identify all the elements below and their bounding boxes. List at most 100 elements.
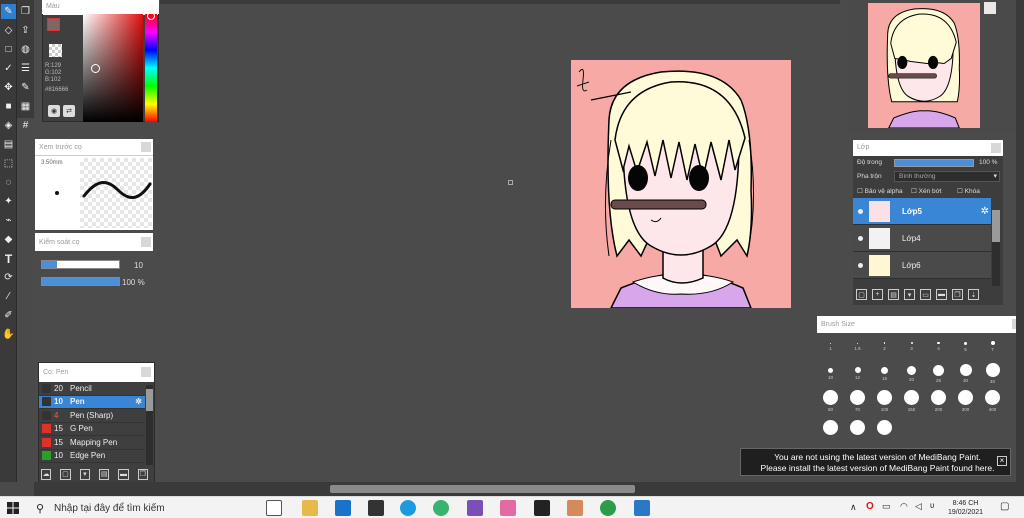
gradient-tool-icon[interactable]: ▤ — [1, 137, 16, 152]
lasso-tool-icon[interactable]: ◌ — [1, 175, 16, 190]
layer-list-scrollbar[interactable] — [992, 210, 1000, 286]
brush-size-option[interactable] — [817, 414, 844, 441]
brush-size-option[interactable]: 15 — [871, 360, 898, 387]
add-brush-dropdown-icon[interactable]: ▾ — [79, 468, 90, 480]
brush-list-scrollbar[interactable] — [146, 385, 153, 465]
vertical-scrollbar[interactable] — [1016, 0, 1024, 496]
brush-size-option[interactable]: 400 — [979, 387, 1006, 414]
medibang-icon[interactable] — [500, 500, 516, 516]
navigator-thumbnail[interactable] — [868, 3, 980, 128]
brush-size-option[interactable]: 40 — [979, 360, 1006, 387]
notification-center-icon[interactable]: ▢ — [1000, 501, 1009, 512]
text-tool-icon[interactable]: T — [1, 251, 16, 266]
mail-icon[interactable] — [335, 500, 351, 516]
file-explorer-icon[interactable] — [302, 500, 318, 516]
lock-checkbox[interactable]: ☐ Khóa — [957, 187, 980, 195]
brush-size-option[interactable]: 10 — [817, 360, 844, 387]
brush-size-option[interactable]: 12 — [844, 360, 871, 387]
brush-size-option[interactable]: 1 — [817, 333, 844, 360]
gear-icon[interactable]: ✲ — [135, 397, 142, 406]
list-icon[interactable]: ☰ — [18, 61, 33, 76]
brush-file-icon[interactable]: ▤ — [98, 468, 110, 480]
layer-add-dropdown-icon[interactable]: ▾ — [904, 289, 915, 300]
hue-slider[interactable] — [145, 14, 157, 122]
windows-start-icon[interactable] — [7, 502, 19, 514]
add-layer-icon[interactable]: + — [872, 289, 883, 300]
palette-icon[interactable]: ◉ — [48, 105, 60, 117]
folder-icon[interactable]: ▬ — [118, 468, 129, 480]
tray-chevron-icon[interactable]: ∧ — [850, 502, 857, 513]
brush-size-option[interactable]: 70 — [844, 387, 871, 414]
fill-shape-tool-icon[interactable]: ■ — [1, 99, 16, 114]
duplicate-layer-icon[interactable]: ❐ — [952, 289, 963, 300]
artwork-canvas[interactable] — [571, 60, 791, 308]
new-layer-icon[interactable]: ▢ — [856, 289, 867, 300]
close-icon[interactable] — [141, 237, 151, 247]
brush-tool-icon[interactable]: ✎ — [1, 4, 16, 19]
close-icon[interactable] — [141, 142, 151, 152]
divide-tool-icon[interactable]: ⟳ — [1, 270, 16, 285]
select-eraser-icon[interactable]: ◆ — [1, 232, 16, 247]
brush-size-option[interactable]: 4 — [925, 333, 952, 360]
edge-browser-icon[interactable] — [400, 500, 416, 516]
app-icon-3[interactable] — [600, 500, 616, 516]
store-icon[interactable] — [368, 500, 384, 516]
language-icon[interactable]: ʋ — [930, 501, 934, 510]
layers-icon[interactable]: ▦ — [18, 99, 33, 114]
taskbar-search-box[interactable]: ⚲ Nhập tại đây để tìm kiếm — [34, 499, 254, 517]
brush-size-option[interactable]: 7 — [979, 333, 1006, 360]
export-icon[interactable]: ⇪ — [18, 23, 33, 38]
brush-size-option[interactable]: 150 — [898, 387, 925, 414]
cloud-brush-icon[interactable]: ☁ — [41, 468, 52, 480]
brush-item-edge-pen[interactable]: 10 Edge Pen — [39, 450, 145, 463]
brush-size-option[interactable] — [871, 414, 898, 441]
layer-folder-icon[interactable]: ▬ — [936, 289, 947, 300]
eyedropper-tool-icon[interactable]: ⁄ — [1, 289, 16, 304]
layer-item-6[interactable]: Lớp6 — [853, 252, 991, 279]
brush-size-option[interactable]: 300 — [952, 387, 979, 414]
layer-item-4[interactable]: Lớp4 — [853, 225, 991, 252]
layer-opacity-slider[interactable] — [894, 159, 974, 167]
navigator-panel[interactable] — [846, 0, 1016, 133]
brush-size-option[interactable]: 20 — [898, 360, 925, 387]
grid-icon[interactable]: # — [18, 118, 33, 133]
brush-size-option[interactable] — [844, 414, 871, 441]
merge-layer-icon[interactable]: ⇣ — [968, 289, 979, 300]
size-slider[interactable] — [41, 260, 120, 269]
app-icon-1[interactable] — [467, 500, 483, 516]
brush-size-option[interactable]: 50 — [817, 387, 844, 414]
photos-icon[interactable] — [634, 500, 650, 516]
duplicate-brush-icon[interactable]: ❐ — [137, 468, 148, 480]
move-tool-icon[interactable]: ✥ — [1, 80, 16, 95]
select-tool-icon[interactable]: ⬚ — [1, 156, 16, 171]
layer-item-5[interactable]: Lớp5 ✲ — [853, 198, 991, 225]
document-tabs[interactable] — [160, 0, 840, 4]
taskbar-clock[interactable]: 8:46 CH 19/02/2021 — [948, 499, 983, 517]
battery-icon[interactable]: ▭ — [882, 501, 891, 512]
brush-item-pen-sharp[interactable]: 4 Pen (Sharp) — [39, 409, 145, 423]
brush-size-option[interactable]: 1.5 — [844, 333, 871, 360]
eye-icon[interactable] — [858, 262, 863, 268]
eye-icon[interactable] — [858, 208, 863, 214]
brush-size-option[interactable]: 3 — [898, 333, 925, 360]
task-view-icon[interactable] — [266, 500, 282, 516]
dot-tool-icon[interactable]: □ — [1, 42, 16, 57]
background-color-swatch[interactable] — [49, 44, 62, 57]
update-notification[interactable]: You are not using the latest version of … — [740, 448, 1011, 476]
eye-icon[interactable] — [858, 235, 863, 241]
brush-item-g-pen[interactable]: 15 G Pen — [39, 423, 145, 436]
protect-alpha-checkbox[interactable]: ☐ Bảo vệ alpha — [857, 187, 903, 195]
new-brush-icon[interactable]: ▢ — [60, 468, 71, 480]
hue-cursor[interactable] — [147, 12, 155, 20]
nox-player-icon[interactable] — [534, 500, 550, 516]
close-icon[interactable] — [991, 143, 1001, 153]
select-pen-icon[interactable]: ⌁ — [1, 213, 16, 228]
brush-item-pen[interactable]: 10 Pen ✲ — [39, 395, 145, 409]
wifi-icon[interactable]: ◠ — [900, 501, 908, 512]
color-swap-icon[interactable]: ⇄ — [63, 105, 75, 117]
gear-icon[interactable]: ✲ — [981, 206, 989, 217]
magic-wand-icon[interactable]: ✦ — [1, 194, 16, 209]
dropper-icon[interactable]: ✐ — [1, 308, 16, 323]
brush-size-option[interactable]: 2 — [871, 333, 898, 360]
brush-size-option[interactable]: 200 — [925, 387, 952, 414]
